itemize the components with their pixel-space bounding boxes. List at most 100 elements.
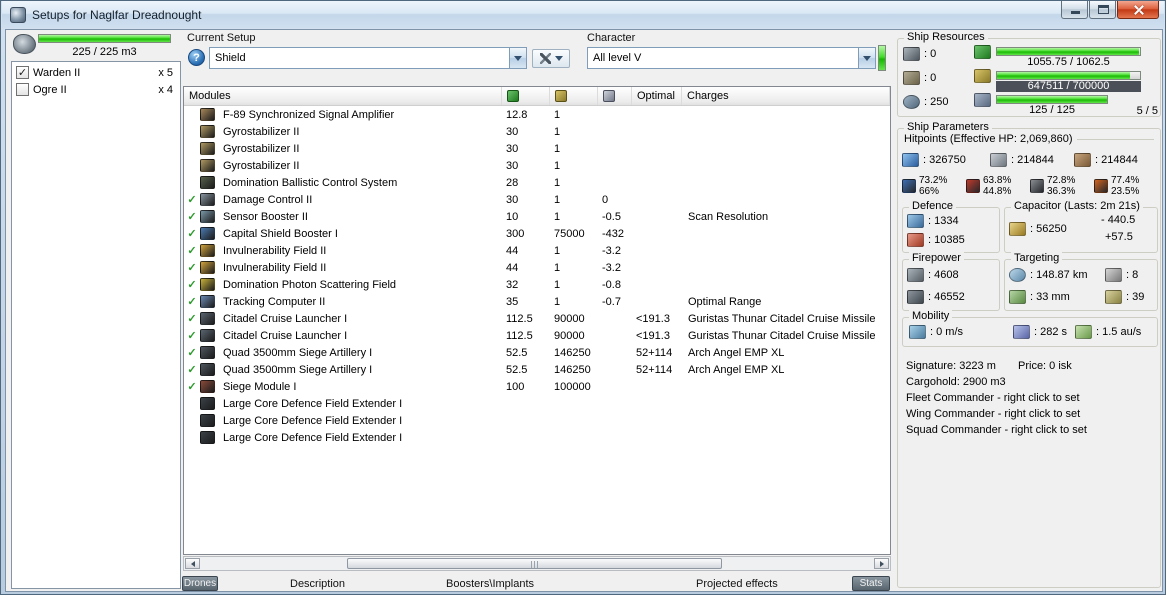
warp-speed-row: : 1.5 au/s [1075,325,1141,339]
tab-stats[interactable]: Stats [852,576,890,591]
firepower-title: Firepower [909,252,964,264]
arrow-right-icon [879,560,884,567]
tab-drones[interactable]: Drones [182,576,218,591]
module-row[interactable]: ✓ Quad 3500mm Siege Artillery I 52.5 146… [184,361,890,378]
scroll-left-button[interactable] [185,558,200,569]
modules-column-header[interactable]: Modules [184,87,502,105]
drone-list-item[interactable]: ✓ Warden II x 5 [13,64,179,81]
wing-commander-line[interactable]: Wing Commander - right click to set [906,409,1156,420]
module-powergrid-value: 1 [554,125,561,138]
module-icon [200,346,215,359]
character-select[interactable]: All level V [587,47,876,69]
module-row[interactable]: ✓ Citadel Cruise Launcher I 112.5 90000 … [184,310,890,327]
cpu-usage-text: 1055.75 / 1062.5 [1027,56,1110,68]
module-active-check[interactable]: ✓ [184,380,200,393]
optimal-column-header[interactable]: Optimal [632,87,682,105]
module-name: Gyrostabilizer II [223,142,300,155]
tab-description[interactable]: Description [290,578,345,590]
module-name: Siege Module I [223,380,297,393]
current-setup-select[interactable]: Shield [209,47,527,69]
maximize-button[interactable] [1089,1,1116,19]
module-row[interactable]: ✓ Sensor Booster II 10 1 -0.5 Scan Resol… [184,208,890,225]
charges-column-header[interactable]: Charges [682,87,890,105]
module-active-check[interactable]: ✓ [184,244,200,257]
module-name: Large Core Defence Field Extender I [223,397,403,410]
kinetic-resist-icon [1030,179,1044,193]
chevron-down-icon [554,56,563,61]
module-row[interactable]: Large Core Defence Field Extender I [184,429,890,446]
character-label: Character [587,32,636,44]
calibration-row: : 250 [903,95,948,109]
modules-table: Modules Optimal Charges F-89 Synchronize… [183,86,891,555]
drone-checkbox[interactable] [16,83,29,96]
module-row[interactable]: ✓ Capital Shield Booster I 300 75000 -43… [184,225,890,242]
horizontal-scrollbar[interactable] [183,556,891,571]
module-active-check[interactable]: ✓ [184,193,200,206]
module-row[interactable]: Large Core Defence Field Extender I [184,395,890,412]
shield-hp-icon [902,153,919,167]
character-dropdown-button[interactable] [858,48,875,68]
module-powergrid-value: 146250 [554,363,591,376]
help-button[interactable]: ? [188,49,205,66]
tab-projected-effects[interactable]: Projected effects [696,578,778,590]
module-row[interactable]: ✓ Citadel Cruise Launcher I 112.5 90000 … [184,327,890,344]
module-active-check[interactable]: ✓ [184,329,200,342]
module-icon [200,295,215,308]
module-optimal-value: <191.3 [636,312,670,325]
module-row[interactable]: Gyrostabilizer II 30 1 [184,123,890,140]
module-row[interactable]: ✓ Tracking Computer II 35 1 -0.7 Optimal… [184,293,890,310]
module-row[interactable]: ✓ Invulnerability Field II 44 1 -3.2 [184,259,890,276]
module-active-check[interactable]: ✓ [184,261,200,274]
armor-hp-value: : 214844 [1011,154,1054,166]
drone-list-item[interactable]: Ogre II x 4 [13,81,179,98]
module-active-check[interactable]: ✓ [184,295,200,308]
module-active-check[interactable]: ✓ [184,278,200,291]
hitpoints-label: Hitpoints (Effective HP: 2,069,860) [904,133,1073,145]
module-row[interactable]: Domination Ballistic Control System 28 1 [184,174,890,191]
drone-list[interactable]: ✓ Warden II x 5 Ogre II x 4 [11,61,181,589]
module-optimal-value: 52+114 [636,346,673,359]
cpu-column-header[interactable] [502,87,550,105]
ship-parameters-title: Ship Parameters [904,121,992,133]
capacitor-column-header[interactable] [598,87,632,105]
scroll-right-button[interactable] [874,558,889,569]
drone-bandwidth-text: 125 / 125 [1029,104,1075,116]
minimize-button[interactable] [1061,1,1088,19]
current-setup-dropdown-button[interactable] [509,48,526,68]
fleet-commander-line[interactable]: Fleet Commander - right click to set [906,393,1156,404]
scrollbar-thumb[interactable] [347,558,722,569]
module-row[interactable]: ✓ Siege Module I 100 100000 [184,378,890,395]
dps-icon [907,268,924,282]
close-button[interactable] [1117,1,1159,19]
module-row[interactable]: Large Core Defence Field Extender I [184,412,890,429]
module-active-check[interactable]: ✓ [184,227,200,240]
module-active-check[interactable]: ✓ [184,346,200,359]
titlebar[interactable]: Setups for Naglfar Dreadnought [2,1,1164,28]
module-active-check[interactable]: ✓ [184,210,200,223]
module-cpu-value: 30 [506,193,519,206]
resist-cell: 73.2% 66% [902,175,966,197]
module-icon [200,125,215,138]
app-icon[interactable] [10,6,26,23]
drone-checkbox[interactable]: ✓ [16,66,29,79]
module-row[interactable]: ✓ Domination Photon Scattering Field 32 … [184,276,890,293]
current-setup-label: Current Setup [187,32,256,44]
module-row[interactable]: F-89 Synchronized Signal Amplifier 12.8 … [184,106,890,123]
module-row[interactable]: ✓ Quad 3500mm Siege Artillery I 52.5 146… [184,344,890,361]
module-row[interactable]: Gyrostabilizer II 30 1 [184,157,890,174]
powergrid-column-header[interactable] [550,87,598,105]
module-row[interactable]: ✓ Damage Control II 30 1 0 [184,191,890,208]
module-powergrid-value: 146250 [554,346,591,359]
module-active-check[interactable]: ✓ [184,363,200,376]
module-row[interactable]: Gyrostabilizer II 30 1 [184,140,890,157]
squad-commander-line[interactable]: Squad Commander - right click to set [906,425,1156,436]
max-targets-value: : 8 [1126,269,1139,281]
setup-tools-button[interactable] [532,49,570,68]
module-active-check[interactable]: ✓ [184,312,200,325]
module-row[interactable]: ✓ Invulnerability Field II 44 1 -3.2 [184,242,890,259]
drone-bandwidth-icon [974,93,991,107]
targeting-group: Targeting : 148.87 km : 8 : 33 mm : 39 [1004,252,1158,311]
tab-boosters-implants[interactable]: Boosters\Implants [446,578,534,590]
module-powergrid-value: 1 [554,159,561,172]
modules-table-body[interactable]: F-89 Synchronized Signal Amplifier 12.8 … [184,106,890,554]
